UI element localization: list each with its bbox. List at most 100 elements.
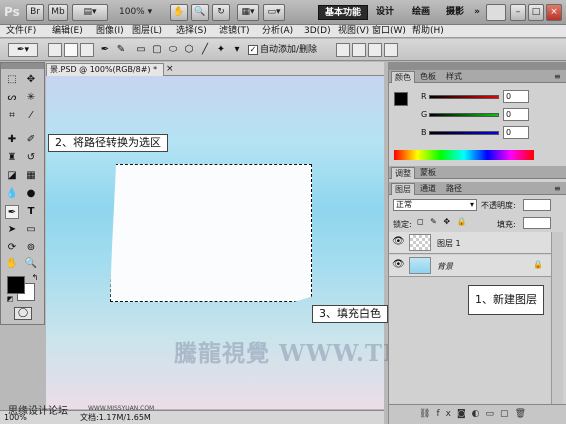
hand-tool-panel-icon[interactable]: ✋ (5, 257, 19, 271)
quick-mask-icon[interactable]: ◯ (14, 307, 32, 320)
fill-input[interactable] (523, 217, 551, 229)
blend-mode-select[interactable]: 正常 ▾ (393, 199, 477, 211)
move-tool-icon[interactable]: ✥ (24, 73, 38, 87)
opacity-input[interactable] (523, 199, 551, 211)
pen-tool-active-icon[interactable]: ✒ (5, 205, 19, 219)
tab-color[interactable]: 颜色 (391, 71, 415, 83)
view-extras-button[interactable]: ▤▾ (72, 4, 108, 21)
rectangle-tool-icon[interactable]: ▭ (24, 223, 38, 237)
3d-rotate-icon[interactable]: ⟳ (5, 241, 19, 255)
healing-brush-icon[interactable]: ✚ (5, 133, 19, 147)
type-tool-icon[interactable]: T (24, 205, 38, 219)
default-colors-icon[interactable]: ◩ (3, 292, 17, 306)
eraser-tool-icon[interactable]: ◪ (5, 169, 19, 183)
workspace-painting[interactable]: 绘画 (408, 5, 434, 20)
quick-selection-icon[interactable]: ✳ (24, 91, 38, 105)
geometry-options-icon[interactable]: ▾ (230, 43, 244, 57)
rounded-rectangle-icon[interactable]: ▢ (150, 43, 164, 57)
search-field[interactable] (486, 4, 506, 21)
zoom-tool-icon[interactable]: 🔍 (191, 4, 209, 21)
arrange-documents-button[interactable]: ▦▾ (237, 4, 259, 21)
layers-scrollbar[interactable] (551, 232, 563, 404)
menu-image[interactable]: 图像(I) (96, 25, 124, 38)
channel-r-input[interactable]: 0 (503, 90, 529, 103)
adjustment-layer-icon[interactable]: ◐ (472, 409, 486, 419)
custom-shape-icon[interactable]: ✦ (214, 43, 228, 57)
3d-orbit-icon[interactable]: ⊚ (24, 241, 38, 255)
mini-bridge-button[interactable]: Mb (48, 4, 68, 21)
panel-foreground-swatch[interactable] (394, 92, 408, 106)
layers-panel-menu-icon[interactable]: ≡ (551, 183, 564, 195)
new-group-icon[interactable]: ▭ (486, 409, 501, 419)
maximize-icon[interactable]: □ (528, 4, 544, 21)
layer-name[interactable]: 背景 (437, 261, 453, 272)
layer-row-background[interactable]: 👁 背景 🔒 (389, 255, 551, 277)
eye-icon[interactable]: 👁 (392, 259, 405, 270)
minimize-icon[interactable]: – (510, 4, 526, 21)
exclude-path-icon[interactable] (384, 43, 398, 57)
lasso-tool-icon[interactable]: ᔕ (5, 91, 19, 105)
channel-b-slider[interactable] (429, 131, 499, 135)
tools-panel-header[interactable] (1, 63, 44, 69)
clone-stamp-icon[interactable]: ♜ (5, 151, 19, 165)
line-shape-icon[interactable]: ╱ (198, 43, 212, 57)
history-brush-icon[interactable]: ↺ (24, 151, 38, 165)
channel-g-slider[interactable] (429, 113, 499, 117)
delete-layer-icon[interactable]: 🗑 (515, 409, 532, 419)
fx-icon[interactable]: fx (436, 409, 457, 419)
workspace-essentials[interactable]: 基本功能 (318, 5, 368, 20)
dodge-tool-icon[interactable]: ● (24, 187, 38, 201)
link-layers-icon[interactable]: ⛓ (419, 409, 436, 419)
channel-g-input[interactable]: 0 (503, 108, 529, 121)
workspace-design[interactable]: 设计 (372, 5, 398, 20)
more-workspaces-button[interactable]: » (472, 5, 482, 20)
freeform-pen-icon[interactable]: ✎ (114, 43, 128, 57)
color-spectrum-ramp[interactable] (394, 150, 534, 160)
paths-mode-icon[interactable] (64, 43, 78, 57)
menu-select[interactable]: 选择(S) (176, 25, 207, 38)
eye-icon[interactable]: 👁 (392, 236, 405, 247)
document-tab[interactable]: 景.PSD @ 100%(RGB/8#) * (46, 63, 164, 76)
layer-row-layer1[interactable]: 👁 图层 1 (389, 232, 551, 254)
shape-layers-icon[interactable] (48, 43, 62, 57)
polygon-shape-icon[interactable]: ⬡ (182, 43, 196, 57)
selection-white-fill[interactable] (110, 164, 312, 302)
auto-add-delete-checkbox[interactable]: ✓ (248, 45, 258, 55)
menu-layer[interactable]: 图层(L) (132, 25, 162, 38)
rotate-view-icon[interactable]: ↻ (212, 4, 230, 21)
foreground-color-swatch[interactable] (7, 276, 25, 294)
layer-name[interactable]: 图层 1 (437, 238, 461, 249)
blur-tool-icon[interactable]: 💧 (5, 187, 19, 201)
crop-tool-icon[interactable]: ⌗ (5, 109, 19, 123)
color-panel-menu-icon[interactable]: ≡ (551, 71, 564, 83)
ellipse-shape-icon[interactable]: ⬭ (166, 43, 180, 57)
brush-tool-icon[interactable]: ✐ (24, 133, 38, 147)
tab-masks[interactable]: 蒙板 (417, 167, 439, 179)
menu-edit[interactable]: 编辑(E) (52, 25, 83, 38)
tab-layers[interactable]: 图层 (391, 183, 415, 195)
intersect-path-icon[interactable] (368, 43, 382, 57)
lock-options-icons[interactable]: ◻ ✎ ✥ 🔒 (417, 217, 469, 226)
panel-dock-header[interactable] (389, 62, 566, 70)
fill-pixels-icon[interactable] (80, 43, 94, 57)
tab-adjustments[interactable]: 调整 (391, 167, 415, 179)
hand-tool-icon[interactable]: ✋ (170, 4, 188, 21)
close-icon[interactable]: × (546, 4, 562, 21)
workspace-photography[interactable]: 摄影 (442, 5, 468, 20)
channel-r-slider[interactable] (429, 95, 499, 99)
bridge-button[interactable]: Br (26, 4, 44, 21)
path-selection-icon[interactable]: ➤ (5, 223, 19, 237)
new-layer-icon[interactable]: ▢ (500, 409, 515, 419)
gradient-tool-icon[interactable]: ▦ (24, 169, 38, 183)
rectangular-marquee-icon[interactable]: ⬚ (5, 73, 19, 87)
swap-colors-icon[interactable]: ↰ (28, 271, 42, 285)
pen-tool-icon[interactable]: ✒ (98, 43, 112, 57)
menu-analysis[interactable]: 分析(A) (262, 25, 293, 38)
tab-paths[interactable]: 路径 (443, 183, 465, 195)
tool-preset-picker[interactable]: ✒▾ (8, 43, 38, 57)
screen-mode-button[interactable]: ▭▾ (263, 4, 285, 21)
zoom-tool-panel-icon[interactable]: 🔍 (24, 257, 38, 271)
add-to-path-icon[interactable] (336, 43, 350, 57)
channel-b-input[interactable]: 0 (503, 126, 529, 139)
subtract-path-icon[interactable] (352, 43, 366, 57)
